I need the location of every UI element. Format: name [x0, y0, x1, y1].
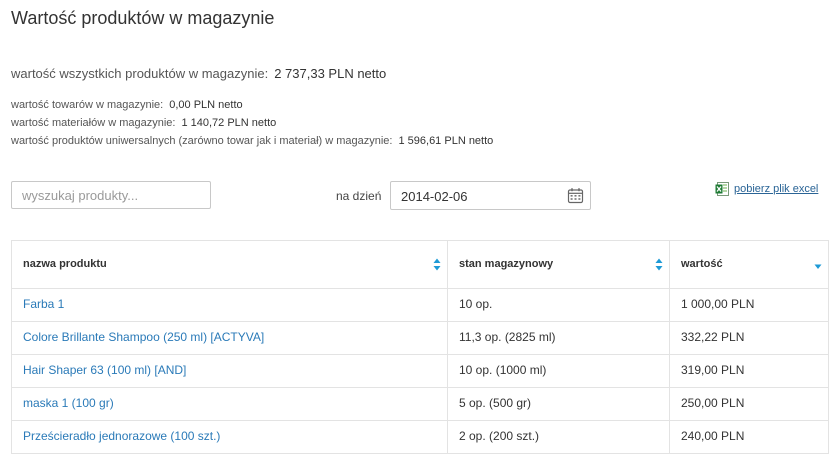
universal-value: 1 596,61 PLN netto	[398, 135, 494, 147]
sort-arrows-icon[interactable]	[655, 258, 663, 271]
column-header-label: wartość	[681, 258, 723, 270]
universal-value-label: wartość produktów uniwersalnych (zarówno…	[11, 135, 393, 147]
table-row: Prześcieradło jednorazowe (100 szt.) 2 o…	[12, 421, 828, 454]
materials-value: 1 140,72 PLN netto	[181, 117, 277, 129]
table-row: Hair Shaper 63 (100 ml) [AND] 10 op. (10…	[12, 355, 828, 388]
product-name-link[interactable]: Hair Shaper 63 (100 ml) [AND]	[12, 355, 447, 387]
excel-file-icon	[715, 182, 729, 196]
table-row: Farba 1 10 op. 1 000,00 PLN	[12, 289, 828, 322]
value-cell: 319,00 PLN	[669, 355, 828, 387]
date-value[interactable]: 2014-02-06	[401, 189, 468, 204]
search-input[interactable]	[11, 181, 211, 209]
total-value-label: wartość wszystkich produktów w magazynie…	[11, 66, 269, 81]
universal-value-line: wartość produktów uniwersalnych (zarówno…	[11, 135, 493, 147]
calendar-icon[interactable]	[567, 187, 584, 204]
materials-value-line: wartość materiałów w magazynie: 1 140,72 …	[11, 117, 276, 129]
product-name-link[interactable]: Colore Brillante Shampoo (250 ml) [ACTYV…	[12, 322, 447, 354]
product-name-link[interactable]: Prześcieradło jednorazowe (100 szt.)	[12, 421, 447, 453]
stock-cell: 10 op. (1000 ml)	[447, 355, 669, 387]
column-header-label: stan magazynowy	[459, 258, 554, 270]
stock-cell: 11,3 op. (2825 ml)	[447, 322, 669, 354]
value-cell: 250,00 PLN	[669, 388, 828, 420]
product-name-link[interactable]: maska 1 (100 gr)	[12, 388, 447, 420]
product-name-link[interactable]: Farba 1	[12, 289, 447, 321]
products-table: nazwa produktu stan magazynowy wartość F…	[11, 240, 829, 454]
date-picker-field[interactable]: 2014-02-06	[390, 181, 591, 210]
table-header: nazwa produktu stan magazynowy wartość	[12, 241, 828, 289]
goods-value: 0,00 PLN netto	[169, 99, 243, 111]
column-header-label: nazwa produktu	[23, 258, 107, 270]
goods-value-label: wartość towarów w magazynie:	[11, 99, 164, 111]
value-cell: 332,22 PLN	[669, 322, 828, 354]
materials-value-label: wartość materiałów w magazynie:	[11, 117, 176, 129]
page-title: Wartość produktów w magazynie	[11, 8, 275, 28]
goods-value-line: wartość towarów w magazynie: 0,00 PLN net…	[11, 99, 243, 111]
value-cell: 1 000,00 PLN	[669, 289, 828, 321]
sort-desc-icon[interactable]	[814, 258, 822, 271]
stock-cell: 10 op.	[447, 289, 669, 321]
column-header-stock[interactable]: stan magazynowy	[447, 241, 669, 288]
total-value: 2 737,33 PLN netto	[274, 66, 387, 81]
download-excel-label[interactable]: pobierz plik excel	[734, 183, 818, 195]
stock-cell: 5 op. (500 gr)	[447, 388, 669, 420]
total-value-line: wartość wszystkich produktów w magazynie…	[11, 66, 386, 81]
table-row: maska 1 (100 gr) 5 op. (500 gr) 250,00 P…	[12, 388, 828, 421]
value-cell: 240,00 PLN	[669, 421, 828, 453]
column-header-product-name[interactable]: nazwa produktu	[12, 241, 447, 288]
column-header-value[interactable]: wartość	[669, 241, 828, 288]
table-row: Colore Brillante Shampoo (250 ml) [ACTYV…	[12, 322, 828, 355]
date-label: na dzień	[336, 189, 382, 203]
download-excel-link[interactable]: pobierz plik excel	[715, 182, 818, 196]
stock-cell: 2 op. (200 szt.)	[447, 421, 669, 453]
sort-arrows-icon[interactable]	[433, 258, 441, 271]
